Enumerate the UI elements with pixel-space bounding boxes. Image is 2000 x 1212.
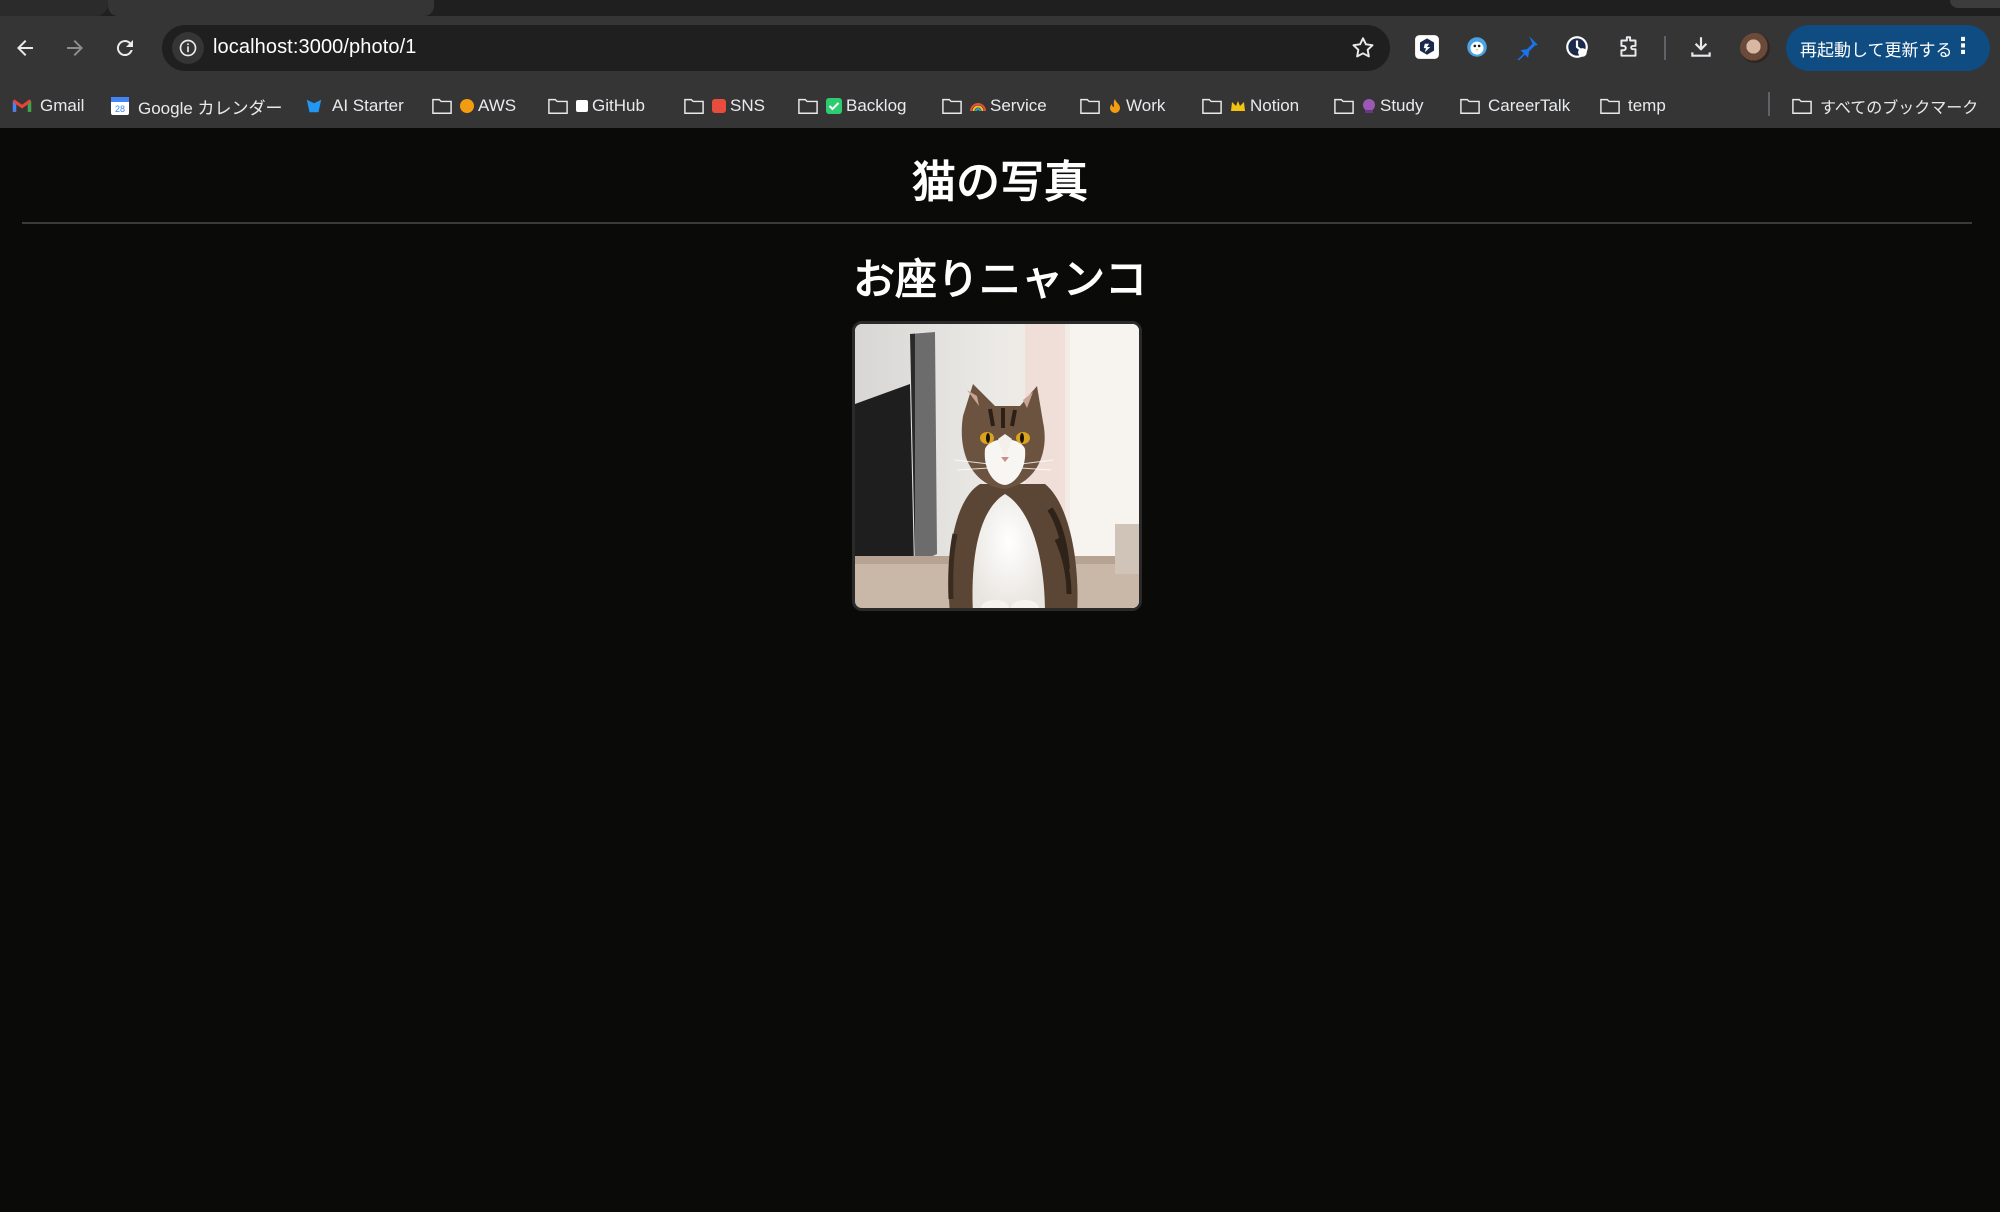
download-icon (1691, 37, 1711, 57)
tab-inactive[interactable] (0, 0, 108, 16)
downloads-button[interactable] (1686, 32, 1716, 62)
check-mark-icon (826, 98, 842, 114)
bookmark-label: Backlog (846, 96, 907, 115)
info-icon (179, 39, 197, 57)
calendar-icon: 28 (110, 97, 130, 115)
tab-strip (0, 0, 2000, 16)
bird-extension-icon (1467, 37, 1487, 57)
ai-starter-icon (304, 97, 324, 115)
extension-icon-4[interactable] (1562, 32, 1592, 62)
bookmark-folder-work[interactable]: Work (1080, 92, 1165, 120)
address-bar[interactable]: localhost:3000/photo/1 (162, 25, 1390, 71)
crown-icon (1230, 99, 1246, 113)
forward-button[interactable] (55, 28, 95, 68)
bookmark-label: GitHub (592, 96, 645, 115)
white-square-icon (576, 100, 588, 112)
rainbow-icon (970, 98, 986, 114)
window-controls[interactable] (1950, 0, 2000, 8)
folder-icon (1202, 97, 1222, 115)
gift-icon (712, 99, 726, 113)
bookmark-label: Study (1380, 96, 1424, 115)
update-button-label: 再起動して更新する (1800, 40, 1953, 60)
folder-icon (942, 97, 962, 115)
bookmark-label: AI Starter (332, 96, 404, 115)
extension-icon-1[interactable] (1412, 32, 1442, 62)
bookmark-star-icon[interactable] (1350, 35, 1376, 61)
bookmark-folder-backlog[interactable]: Backlog (798, 92, 906, 120)
relaunch-update-button[interactable]: 再起動して更新する ⋮ (1786, 25, 1990, 71)
url-text[interactable]: localhost:3000/photo/1 (213, 36, 416, 59)
bookmark-folder-careertalk[interactable]: CareerTalk (1460, 92, 1570, 120)
orange-circle-icon (460, 99, 474, 113)
bookmark-label: Notion (1250, 96, 1300, 115)
folder-icon (684, 97, 704, 115)
extensions-button[interactable] (1614, 32, 1644, 62)
tab-active[interactable] (108, 0, 434, 16)
bookmark-folder-github[interactable]: GitHub (548, 92, 645, 120)
bookmark-folder-temp[interactable]: temp (1600, 92, 1666, 120)
arrow-right-icon (67, 40, 83, 56)
back-button[interactable] (5, 28, 45, 68)
svg-text:28: 28 (115, 104, 125, 114)
bookmark-label: Google カレンダー (138, 98, 283, 118)
extension-icon-3[interactable] (1512, 32, 1542, 62)
page-title: 猫の写真 (912, 157, 1088, 208)
folder-icon (1460, 97, 1480, 115)
folder-icon (1080, 97, 1100, 115)
cat-photo[interactable] (852, 321, 1142, 611)
fire-icon (1108, 98, 1122, 114)
folder-icon (432, 97, 452, 115)
folder-icon (1334, 97, 1354, 115)
arrow-left-icon (17, 40, 33, 56)
gmail-icon (12, 97, 32, 115)
pin-tool-icon (1517, 36, 1538, 60)
hexagon-extension-icon (1415, 35, 1439, 59)
bookmark-folder-sns[interactable]: SNS (684, 92, 765, 120)
profile-avatar[interactable] (1740, 33, 1770, 63)
folder-icon (1600, 97, 1620, 115)
clock-extension-icon (1566, 36, 1588, 58)
folder-icon (798, 97, 818, 115)
site-info-button[interactable] (172, 32, 204, 64)
bookmark-label: Work (1126, 96, 1166, 115)
bookmark-ai-starter[interactable]: AI Starter (304, 92, 404, 120)
bookmarks-separator (1768, 92, 1770, 116)
bookmark-folder-notion[interactable]: Notion (1202, 92, 1299, 120)
reload-button[interactable] (105, 28, 145, 68)
toolbar-separator (1664, 36, 1666, 60)
bookmark-folder-aws[interactable]: AWS (432, 92, 516, 120)
more-menu-icon[interactable]: ⋮ (1952, 35, 1974, 57)
divider (22, 222, 1972, 224)
folder-icon (1792, 97, 1812, 115)
bookmark-folder-study[interactable]: Study (1334, 92, 1423, 120)
bookmark-label: AWS (478, 96, 517, 115)
bookmark-label: SNS (730, 96, 765, 115)
page-content: 猫の写真 お座りニャンコ (0, 128, 2000, 1212)
reload-icon (116, 40, 133, 57)
bookmark-label: temp (1628, 96, 1666, 115)
cat-photo-image (855, 324, 1139, 608)
crystal-ball-icon (1362, 98, 1376, 114)
bookmark-folder-service[interactable]: Service (942, 92, 1047, 120)
puzzle-icon (1620, 36, 1637, 57)
bookmark-google-calendar[interactable]: 28 Google カレンダー (110, 92, 283, 120)
extension-icon-2[interactable] (1462, 32, 1492, 62)
photo-title: お座りニャンコ (852, 255, 1147, 304)
bookmark-gmail[interactable]: Gmail (12, 92, 84, 120)
folder-icon (548, 97, 568, 115)
bookmark-label: Gmail (40, 96, 85, 115)
bookmark-label: CareerTalk (1488, 96, 1571, 115)
all-bookmarks-button[interactable]: すべてのブックマーク (1792, 92, 1978, 120)
bookmark-label: Service (990, 96, 1047, 115)
all-bookmarks-label: すべてのブックマーク (1820, 100, 1979, 117)
